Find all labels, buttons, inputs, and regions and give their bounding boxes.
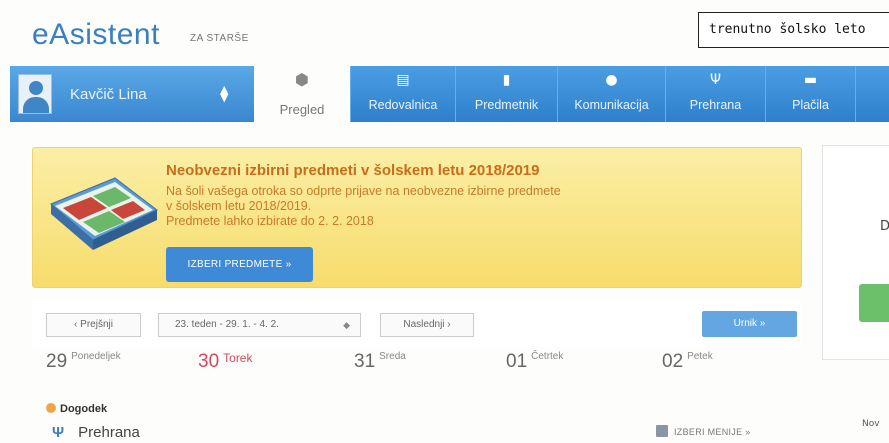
tab-placila[interactable]: ▬ Plačila (765, 66, 855, 122)
user-name: Kavčič Lina (70, 85, 147, 103)
user-switcher[interactable]: Kavčič Lina ▲ ▼ (10, 66, 254, 122)
day-name: Sreda (379, 351, 406, 362)
food-icon: Ψ (709, 72, 722, 88)
banner-line: Predmete lahko izbirate do 2. 2. 2018 (166, 214, 374, 228)
updown-arrows-icon: ▲ ▼ (220, 83, 229, 104)
schedule-illustration-icon (50, 177, 158, 250)
day-number: 29 (46, 351, 68, 372)
school-year-select[interactable]: trenutno šolsko leto (698, 12, 889, 48)
banner-line: v šolskem letu 2018/2019. (166, 199, 312, 213)
event-label: Dogodek (60, 403, 108, 415)
nav-tabs: ▤ Redovalnica ▮ Predmetnik ● Komunikacij… (350, 66, 889, 122)
banner-title: Neobvezni izbirni predmeti v šolskem let… (166, 162, 540, 179)
day-number: 30 (198, 351, 220, 372)
tab-komunikacija[interactable]: ● Komunikacija (557, 66, 665, 122)
week-range: 23. teden - 29. 1. - 4. 2. (175, 319, 279, 330)
previous-week-button[interactable]: ‹ Prejšnji (46, 313, 141, 337)
tab-prehrana[interactable]: Ψ Prehrana (665, 66, 765, 122)
fork-knife-icon: Ψ (52, 424, 65, 441)
day-number: 31 (354, 351, 376, 372)
choose-subjects-button[interactable]: IZBERI PREDMETE » (166, 247, 313, 282)
next-week-button[interactable]: Naslednji › (380, 313, 474, 337)
grades-icon: ▤ (396, 72, 410, 88)
tab-more[interactable] (855, 66, 889, 122)
timetable-button[interactable]: Urnik » (702, 311, 797, 337)
chat-icon: ● (605, 72, 618, 88)
banner-line: Na šoli vašega otroka so odprte prijave … (166, 184, 561, 198)
tab-redovalnica[interactable]: ▤ Redovalnica (350, 66, 455, 122)
week-navigation: ‹ Prejšnji 23. teden - 29. 1. - 4. 2. ◆ … (32, 301, 802, 347)
week-select[interactable]: 23. teden - 29. 1. - 4. 2. ◆ (158, 313, 361, 337)
day-monday[interactable]: 29 Ponedeljek (46, 351, 121, 373)
banner-text: Na šoli vašega otroka so odprte prijave … (166, 184, 726, 229)
day-tuesday[interactable]: 30 Torek (198, 351, 252, 373)
tab-pregled[interactable]: ⬢ Pregled (254, 66, 350, 122)
side-green-button[interactable] (859, 284, 889, 322)
updown-arrows-icon: ◆ (343, 320, 350, 330)
event-dot-icon (46, 403, 56, 413)
week-days: 29 Ponedeljek 30 Torek 31 Sreda 01 Četrtek 0… (32, 351, 802, 391)
logo-subtitle: ZA STARŠE (190, 33, 249, 44)
avatar-icon (18, 74, 52, 114)
day-number: 02 (662, 351, 684, 372)
tab-predmetnik[interactable]: ▮ Predmetnik (455, 66, 557, 122)
food-label: Prehrana (78, 424, 140, 441)
side-nov-text: Nov (862, 419, 880, 429)
day-name: Petek (687, 351, 713, 362)
tab-label: Predmetnik (474, 98, 539, 112)
page: eAsistent ZA STARŠE trenutno šolsko leto… (0, 0, 889, 443)
event-legend: Dogodek (46, 403, 107, 415)
food-section-title: Ψ Prehrana (52, 424, 140, 441)
tab-label: Pregled (279, 102, 325, 117)
day-name: Ponedeljek (71, 351, 121, 362)
day-number: 01 (506, 351, 528, 372)
day-name: Četrtek (531, 351, 564, 362)
menu-link-label: IZBERI MENIJE » (674, 427, 751, 437)
cube-icon: ⬢ (295, 70, 309, 89)
tab-label: Plačila (792, 98, 829, 112)
menu-icon (656, 425, 668, 437)
side-panel-text: D (880, 219, 889, 234)
elective-subjects-banner: Neobvezni izbirni predmeti v šolskem let… (32, 147, 802, 288)
day-thursday[interactable]: 01 Četrtek (506, 351, 563, 373)
choose-menu-link[interactable]: IZBERI MENIJE » (656, 425, 751, 437)
main-navigation: Kavčič Lina ▲ ▼ ⬢ Pregled ▤ Redovalnica ▮… (10, 66, 889, 122)
app-logo[interactable]: eAsistent (32, 18, 160, 52)
day-friday[interactable]: 02 Petek (662, 351, 713, 373)
tab-label: Prehrana (689, 98, 742, 112)
day-wednesday[interactable]: 31 Sreda (354, 351, 406, 373)
tab-label: Komunikacija (574, 98, 649, 112)
tab-label: Redovalnica (368, 98, 438, 112)
side-panel: D (822, 145, 889, 360)
day-name: Torek (223, 351, 253, 365)
book-icon: ▮ (502, 72, 511, 88)
wallet-icon: ▬ (803, 72, 818, 88)
